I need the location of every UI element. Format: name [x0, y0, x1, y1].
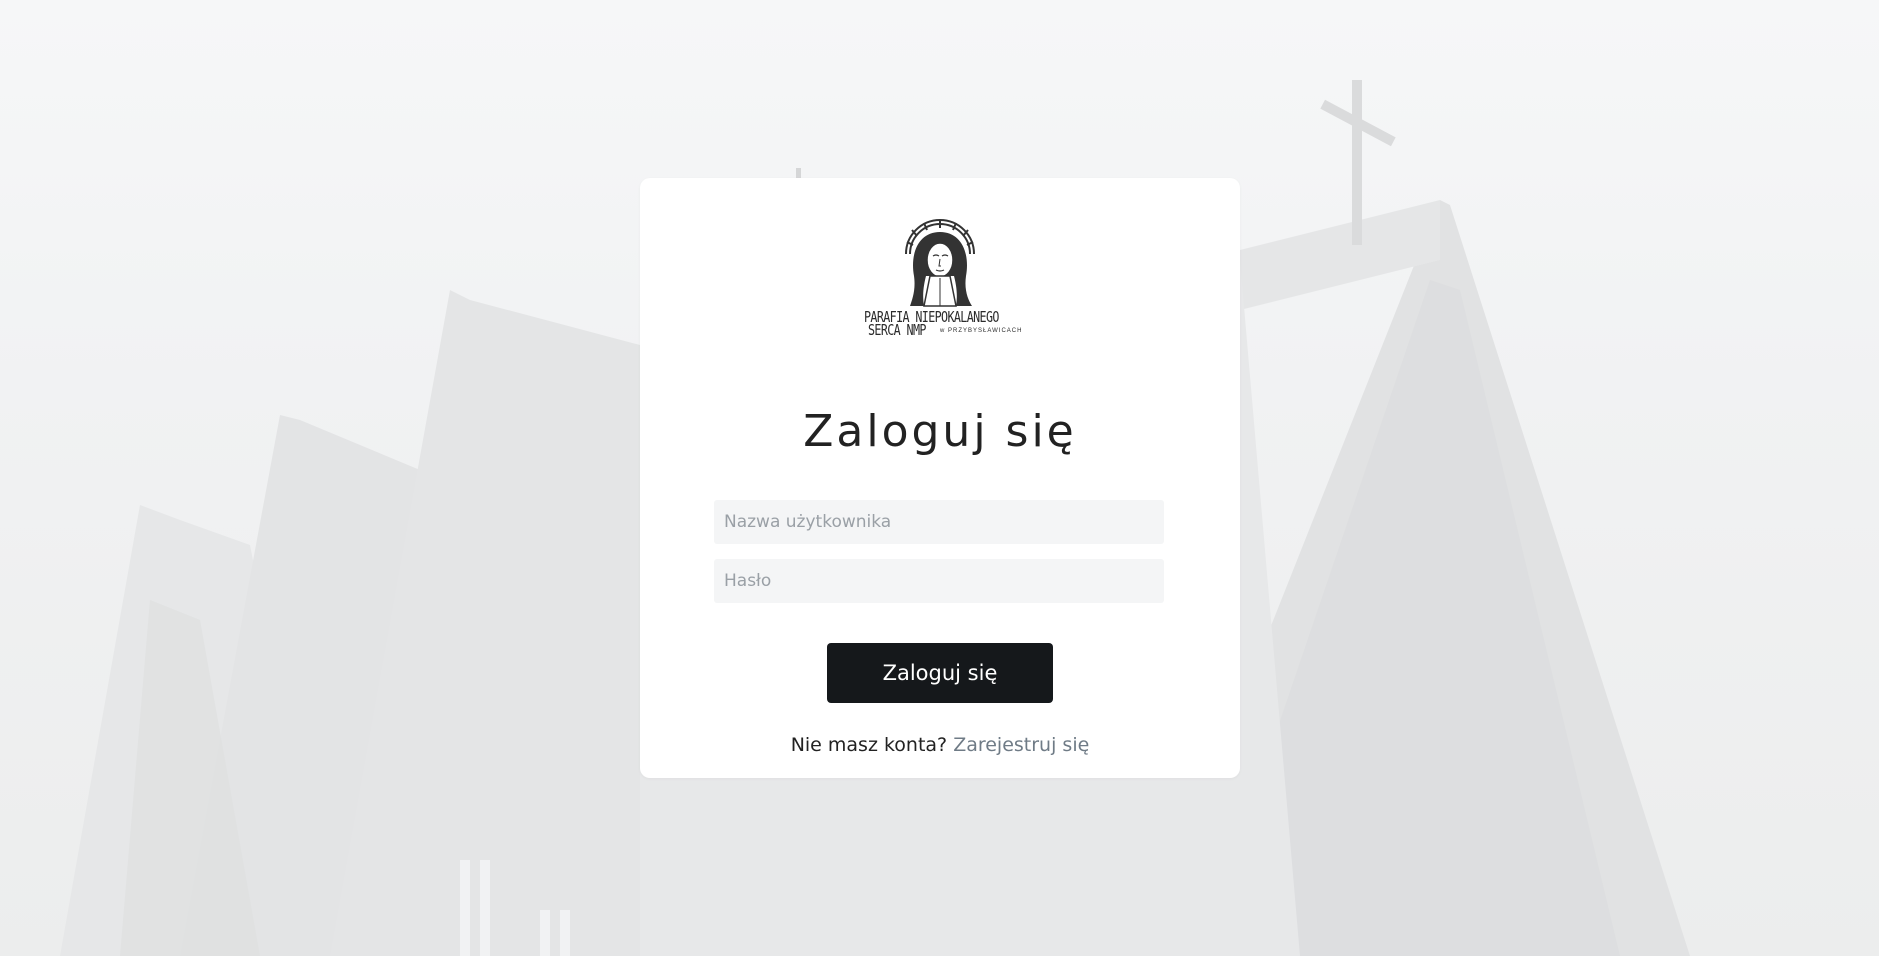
login-button[interactable]: Zaloguj się: [827, 643, 1053, 703]
username-input[interactable]: [714, 500, 1164, 544]
parish-logo: PARAFIA NIEPOKALANEGO SERCA NMP w PRZYBY…: [860, 214, 1023, 342]
login-card: PARAFIA NIEPOKALANEGO SERCA NMP w PRZYBY…: [640, 178, 1240, 778]
logo-caption-small: w PRZYBYSŁAWICACH: [940, 328, 1023, 334]
login-title: Zaloguj się: [803, 406, 1077, 457]
no-account-text: Nie masz konta?: [790, 734, 948, 756]
password-input[interactable]: [714, 559, 1164, 603]
virgin-mary-icon: [905, 219, 975, 307]
register-link[interactable]: Zarejestruj się: [953, 734, 1089, 756]
register-prompt: Nie masz konta? Zarejestruj się: [640, 734, 1240, 756]
logo-caption-line2: SERCA NMP: [868, 321, 926, 339]
